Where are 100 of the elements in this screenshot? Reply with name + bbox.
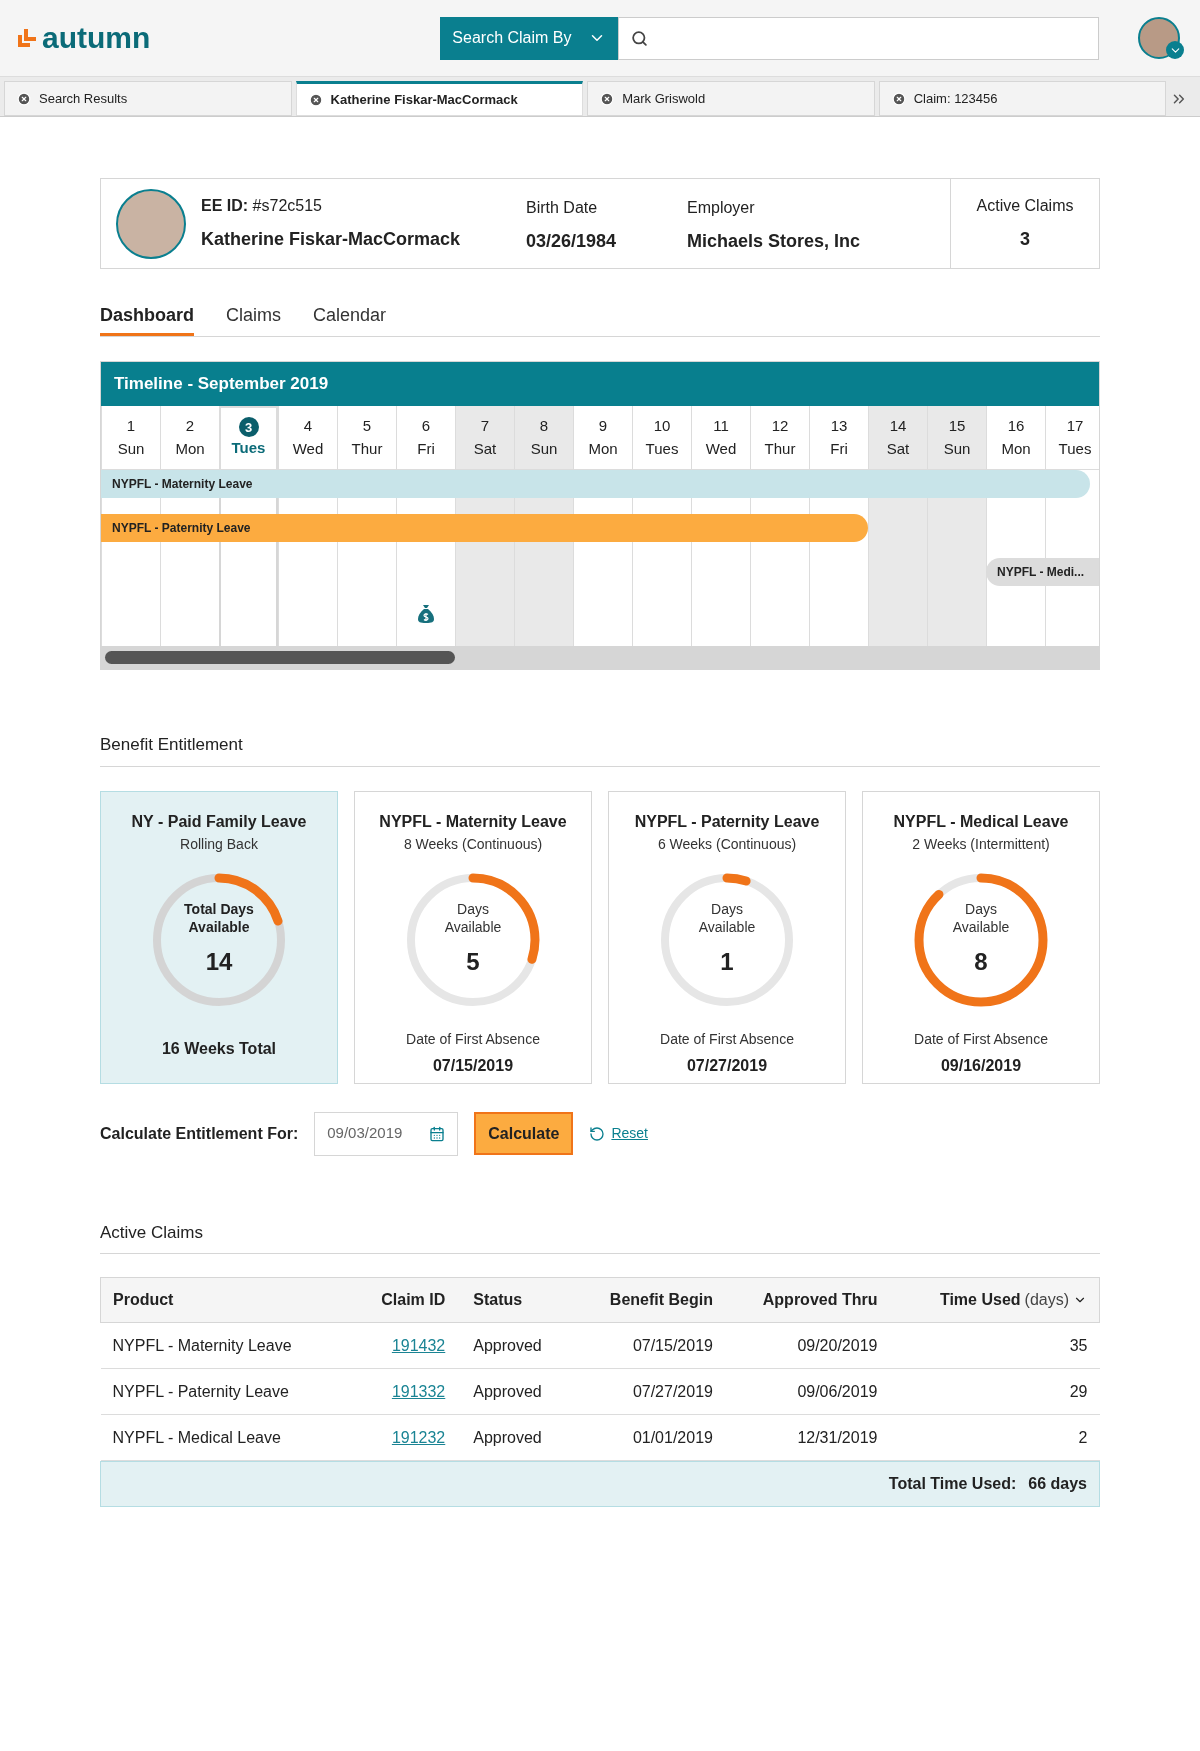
absence-date: 09/16/2019 [940,1055,1022,1076]
card-subtitle: 2 Weeks (Intermittent) [912,834,1050,854]
claim-id-link[interactable]: 191232 [356,1414,454,1461]
day-header[interactable]: 3 Tues [219,406,278,470]
logo: autumn [42,23,151,53]
day-number: 3 [238,417,259,438]
absence-label: Date of First Absence [660,1029,794,1049]
day-header[interactable]: 6 Fri [396,406,455,470]
day-number: 7 [480,416,490,436]
total-label: Total Time Used: [888,1474,1017,1494]
day-name: Fri [830,438,848,459]
absence-label: Date of First Absence [406,1029,540,1049]
day-header[interactable]: 14 Sat [868,406,927,470]
card-subtitle: 8 Weeks (Continuous) [403,834,543,854]
table-cell: NYPFL - Medical Leave [100,1414,357,1461]
claim-id-link[interactable]: 191432 [356,1322,454,1369]
table-cell: 35 [885,1322,1100,1369]
day-header[interactable]: 1 Sun [101,406,160,470]
section-title: Benefit Entitlement [100,732,1100,767]
record-tab[interactable]: Katherine Fiskar-MacCormack [295,81,584,116]
leave-bar[interactable]: NYPFL - Maternity Leave [101,470,1090,498]
record-tab[interactable]: Mark Griswold [587,81,875,116]
calendar-icon[interactable] [429,1125,446,1142]
day-number: 6 [421,416,431,436]
close-icon[interactable] [17,91,31,106]
date-field[interactable]: 09/03/2019 [314,1111,459,1156]
entitlement-card[interactable]: NYPFL - Medical Leave 2 Weeks (Intermittent) Days Available 8 Date of First Absence 09/16/2019 [862,790,1100,1084]
gauge-value: 14 [205,946,233,977]
horizontal-scrollbar[interactable] [101,646,1099,669]
table-cell: 09/20/2019 [720,1322,886,1369]
day-header[interactable]: 10 Tues [632,406,691,470]
column-header[interactable]: Approved Thru [720,1277,886,1323]
absence-label: Date of First Absence [914,1029,1048,1049]
page-tab[interactable]: Calendar [313,302,387,336]
day-number: 16 [1007,416,1025,436]
total-value: 66 days [1028,1474,1087,1494]
chevron-down-icon[interactable] [1166,41,1184,59]
reset-icon[interactable] [589,1125,606,1142]
day-name: Tues [1058,438,1092,459]
entitlement-card[interactable]: NY - Paid Family Leave Rolling Back Total Days Available 14 16 Weeks Total [100,790,338,1084]
close-icon[interactable] [308,92,323,107]
table-cell: 07/15/2019 [571,1322,721,1369]
day-header[interactable]: 15 Sun [927,406,986,470]
money-bag-icon[interactable] [415,604,436,624]
section-title: Active Claims [100,1219,1100,1254]
day-name: Sun [117,438,145,459]
card-subtitle: Rolling Back [180,834,258,854]
record-tab[interactable]: Search Results [4,81,292,116]
page-tab[interactable]: Claims [226,302,282,336]
day-name: Sat [886,438,910,459]
day-header[interactable]: 4 Wed [278,406,337,470]
day-header[interactable]: 7 Sat [455,406,514,470]
day-number: 10 [653,416,671,436]
calculate-label: Calculate Entitlement For: [100,1123,299,1144]
column-header[interactable]: Status [453,1277,572,1323]
day-header[interactable]: 17 Tues [1045,406,1099,470]
column-header[interactable]: Benefit Begin [571,1277,721,1323]
day-header[interactable]: 8 Sun [514,406,573,470]
entitlement-card[interactable]: NYPFL - Paternity Leave 6 Weeks (Continuous) Days Available 1 Date of First Absence 07/27/2019 [608,790,846,1084]
day-header[interactable]: 12 Thur [750,406,809,470]
day-header[interactable]: 11 Wed [691,406,750,470]
close-icon[interactable] [600,91,615,106]
claim-id-link[interactable]: 191332 [356,1368,454,1415]
table-cell: NYPFL - Maternity Leave [100,1322,357,1369]
gauge-label: Total Days Available [183,899,255,936]
day-header[interactable]: 13 Fri [809,406,868,470]
day-header[interactable]: 2 Mon [160,406,219,470]
day-name: Mon [175,438,205,459]
absence-date: 07/27/2019 [686,1055,768,1076]
calculate-button[interactable]: Calculate [474,1112,574,1155]
day-header[interactable]: 9 Mon [573,406,632,470]
day-name: Mon [1001,438,1031,459]
day-number: 11 [713,416,729,436]
entitlement-card[interactable]: NYPFL - Maternity Leave 8 Weeks (Continuous) Days Available 5 Date of First Absence 07/15/2019 [354,790,592,1084]
gauge-value: 1 [720,946,734,977]
day-name: Sat [473,438,497,459]
field-label: Employer [687,198,756,218]
leave-bar[interactable]: NYPFL - Medi... [986,558,1099,586]
card-subtitle: 6 Weeks (Continuous) [657,834,797,854]
day-name: Thur [351,438,383,459]
day-header[interactable]: 5 Thur [337,406,396,470]
weeks-total: 16 Weeks Total [161,1038,277,1059]
user-avatar[interactable] [1138,17,1180,59]
column-header[interactable]: Product [100,1277,357,1323]
reset-link[interactable]: Reset [611,1123,648,1144]
column-header[interactable]: Time Used (days) [885,1277,1100,1323]
search-field[interactable] [618,16,1100,60]
record-tab[interactable]: Claim: 123456 [878,81,1167,116]
day-number: 2 [185,416,195,436]
day-name: Tues [645,438,679,459]
page-tab[interactable]: Dashboard [100,302,195,336]
column-header[interactable]: Claim ID [356,1277,454,1323]
scrollbar-thumb[interactable] [105,651,455,664]
leave-bar[interactable]: NYPFL - Paternity Leave [101,514,868,542]
logo-icon [16,27,38,49]
close-icon[interactable] [891,91,906,106]
table-cell: Approved [453,1322,572,1369]
search-type-dropdown[interactable]: Search Claim By [440,16,619,60]
day-header[interactable]: 16 Mon [986,406,1045,470]
absence-date: 07/15/2019 [432,1055,514,1076]
